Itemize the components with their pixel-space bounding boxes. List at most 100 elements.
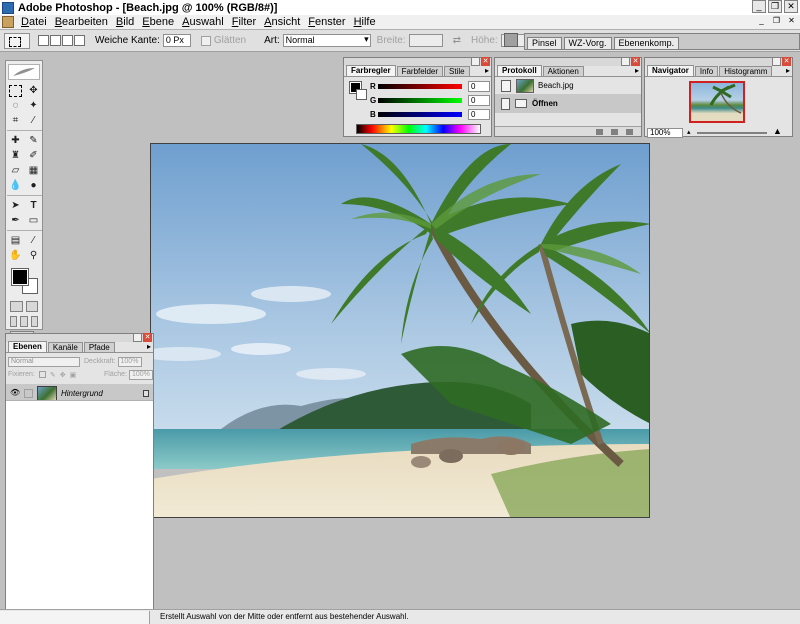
standard-screen-icon[interactable]: [10, 316, 18, 327]
magic-wand-tool-icon[interactable]: ✦: [25, 99, 42, 113]
type-tool-icon[interactable]: T: [25, 199, 42, 213]
doc-close-button[interactable]: ✕: [785, 16, 798, 27]
document-canvas[interactable]: [150, 143, 650, 518]
navigator-palette-minimize-button[interactable]: [772, 57, 781, 66]
color-palette-close-button[interactable]: ✕: [481, 57, 490, 66]
history-step-row[interactable]: Öffnen: [495, 95, 641, 113]
lasso-tool-icon[interactable]: ◌: [7, 99, 24, 113]
new-selection-button[interactable]: [38, 35, 49, 46]
gradient-tool-icon[interactable]: ▦: [25, 164, 42, 178]
color-palette-minimize-button[interactable]: [471, 57, 480, 66]
navigator-zoom-slider[interactable]: [697, 132, 767, 134]
crop-tool-icon[interactable]: ⌗: [7, 114, 24, 128]
layer-link-brush-icon[interactable]: [24, 388, 33, 398]
lock-position-icon[interactable]: ✥: [60, 371, 66, 379]
blend-mode-select[interactable]: Normal: [8, 356, 80, 367]
delete-state-icon[interactable]: [626, 128, 633, 135]
navigator-zoom-input[interactable]: 100%: [647, 128, 683, 138]
file-browser-icon[interactable]: [504, 33, 518, 47]
new-snapshot-icon[interactable]: [611, 128, 618, 135]
lock-pixels-icon[interactable]: ✎: [50, 371, 56, 379]
zoom-in-icon[interactable]: ▲: [773, 126, 782, 136]
history-brush-tool-icon[interactable]: ✐: [25, 149, 42, 163]
tool-preset-picker[interactable]: [4, 32, 30, 49]
color-palette-menu-icon[interactable]: ▸: [485, 66, 489, 75]
layers-palette-close-button[interactable]: ✕: [143, 333, 152, 342]
subtract-selection-button[interactable]: [62, 35, 73, 46]
lock-transparency-icon[interactable]: [38, 371, 46, 378]
eyedropper-tool-icon[interactable]: ⁄: [25, 234, 42, 248]
layers-palette-menu-icon[interactable]: ▸: [147, 342, 151, 351]
feather-logo-icon[interactable]: [8, 64, 40, 80]
feather-input[interactable]: 0 Px: [162, 34, 191, 47]
blue-slider[interactable]: [378, 112, 462, 117]
green-slider[interactable]: [378, 98, 462, 103]
close-button[interactable]: ✕: [784, 0, 798, 13]
blur-tool-icon[interactable]: 💧: [7, 179, 24, 193]
style-select[interactable]: Normal: [282, 34, 371, 47]
new-document-from-state-icon[interactable]: [596, 128, 603, 135]
move-tool-icon[interactable]: ✥: [25, 84, 42, 98]
marquee-tool-icon[interactable]: [9, 85, 22, 97]
fullscreen-menu-icon[interactable]: [20, 316, 28, 327]
tab-kanaele[interactable]: Kanäle: [47, 342, 83, 352]
navigator-palette-menu-icon[interactable]: ▸: [786, 66, 790, 75]
well-tab-pinsel[interactable]: Pinsel: [527, 37, 562, 49]
tab-farbregler[interactable]: Farbregler: [346, 65, 396, 76]
history-palette-menu-icon[interactable]: ▸: [635, 66, 639, 75]
standard-mode-icon[interactable]: [10, 301, 23, 312]
healing-brush-tool-icon[interactable]: ✚: [7, 134, 24, 148]
lock-all-icon[interactable]: ▣: [70, 371, 77, 379]
foreground-color-swatch[interactable]: [11, 268, 29, 286]
smooth-checkbox[interactable]: [200, 35, 211, 46]
notes-tool-icon[interactable]: ▤: [7, 234, 24, 248]
well-tab-tool-presets[interactable]: WZ-Vorg.: [563, 37, 612, 49]
menu-fenster[interactable]: Fenster: [304, 16, 349, 28]
tab-pfade[interactable]: Pfade: [83, 342, 115, 352]
green-value-input[interactable]: 0: [468, 95, 490, 106]
tab-info[interactable]: Info: [694, 66, 719, 76]
doc-restore-button[interactable]: ❐: [770, 16, 783, 27]
tab-aktionen[interactable]: Aktionen: [542, 66, 584, 76]
red-value-input[interactable]: 0: [468, 81, 490, 92]
red-slider[interactable]: [378, 84, 462, 89]
tab-ebenen[interactable]: Ebenen: [8, 341, 47, 352]
history-source-brush-icon[interactable]: [501, 79, 511, 92]
swap-arrows-icon[interactable]: ⇄: [453, 35, 461, 46]
restore-button[interactable]: ❐: [768, 0, 782, 13]
history-palette-close-button[interactable]: ✕: [631, 57, 640, 66]
brush-tool-icon[interactable]: ✎: [25, 134, 42, 148]
fullscreen-icon[interactable]: [30, 316, 38, 327]
layer-visibility-eye-icon[interactable]: 👁: [10, 389, 20, 397]
fill-input[interactable]: 100%: [129, 369, 153, 380]
menu-ansicht[interactable]: Ansicht: [260, 16, 304, 28]
menu-ebene[interactable]: Ebene: [138, 16, 178, 28]
history-snapshot-row[interactable]: Beach.jpg: [495, 77, 641, 95]
navigator-preview[interactable]: [689, 81, 745, 123]
path-selection-tool-icon[interactable]: ➤: [7, 199, 24, 213]
tab-histogramm[interactable]: Histogramm: [719, 66, 773, 76]
history-palette-minimize-button[interactable]: [621, 57, 630, 66]
navigator-palette-close-button[interactable]: ✕: [782, 57, 791, 66]
opacity-input[interactable]: 100%: [117, 356, 142, 367]
tab-navigator[interactable]: Navigator: [647, 65, 694, 76]
menu-bearbeiten[interactable]: Bearbeiten: [51, 16, 112, 28]
eraser-tool-icon[interactable]: ▱: [7, 164, 24, 178]
menu-datei[interactable]: Datei: [17, 16, 51, 28]
layers-palette-minimize-button[interactable]: [133, 333, 142, 342]
pen-tool-icon[interactable]: ✒: [7, 214, 24, 228]
intersect-selection-button[interactable]: [74, 35, 85, 46]
menu-auswahl[interactable]: Auswahl: [178, 16, 228, 28]
menu-bild[interactable]: Bild: [112, 16, 138, 28]
tab-protokoll[interactable]: Protokoll: [497, 65, 542, 76]
width-input[interactable]: [408, 34, 443, 47]
add-selection-button[interactable]: [50, 35, 61, 46]
menu-filter[interactable]: Filter: [228, 16, 260, 28]
shape-tool-icon[interactable]: ▭: [25, 214, 42, 228]
tab-stile[interactable]: Stile: [444, 66, 470, 76]
dodge-tool-icon[interactable]: ●: [25, 179, 42, 193]
minimize-button[interactable]: _: [752, 0, 766, 13]
hand-tool-icon[interactable]: ✋: [7, 249, 24, 263]
slice-tool-icon[interactable]: ⁄: [25, 114, 42, 128]
zoom-out-icon[interactable]: ▴: [687, 128, 691, 136]
